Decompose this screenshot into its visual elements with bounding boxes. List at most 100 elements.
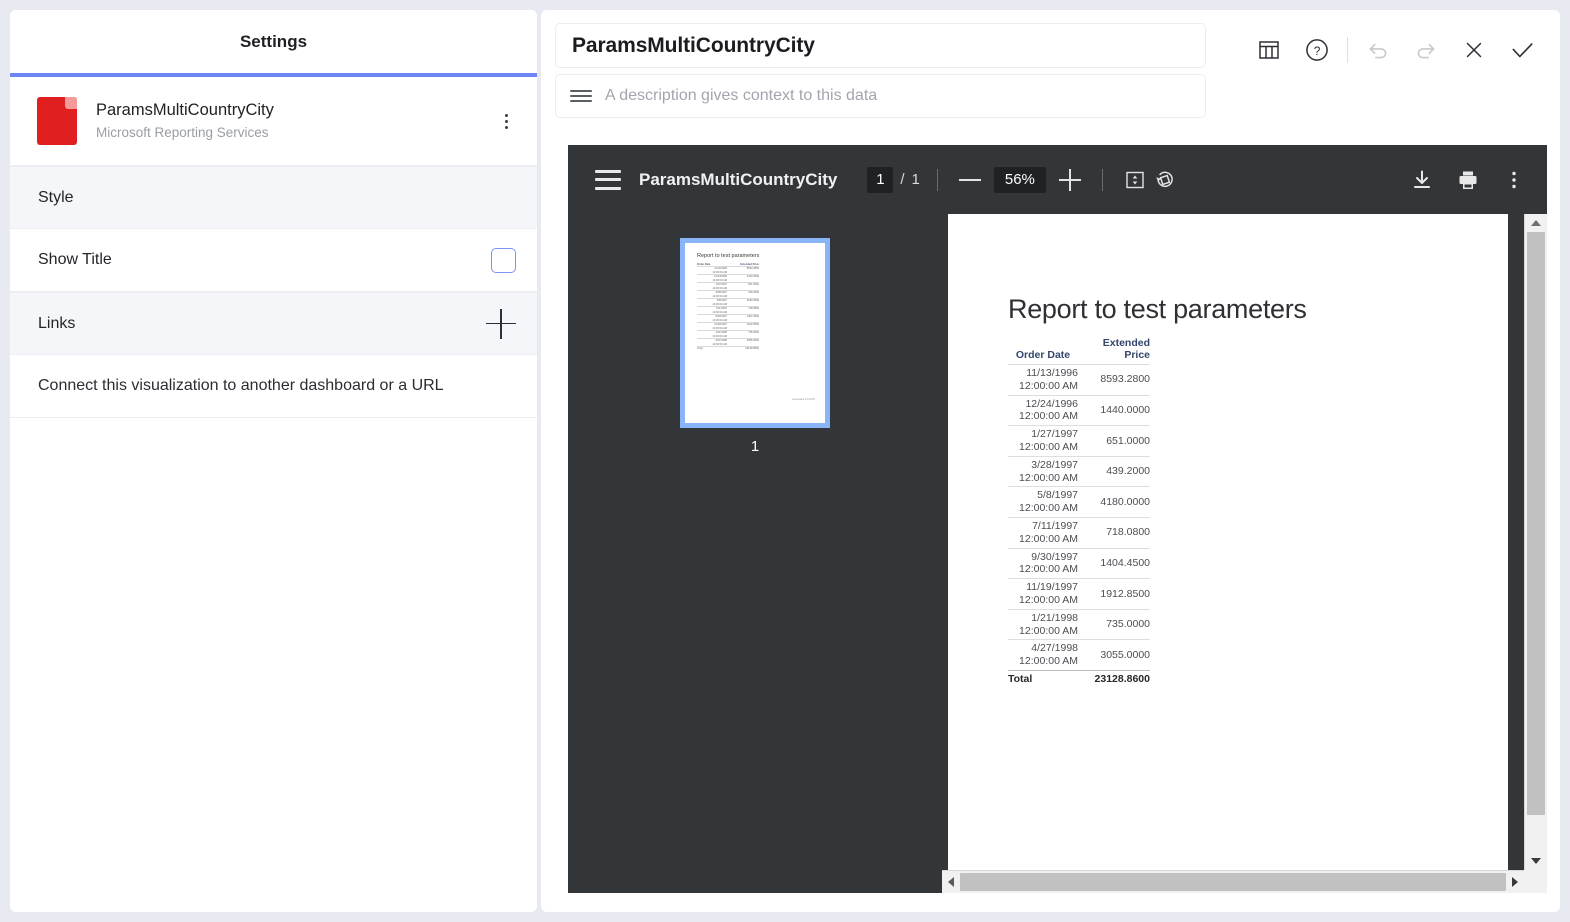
scroll-left-arrow[interactable] xyxy=(942,871,960,893)
section-header-style: Style xyxy=(10,166,537,229)
section-label-style: Style xyxy=(38,188,74,206)
report-table-row: 5/8/1997 12:00:00 AM 4180.0000 xyxy=(1008,486,1150,518)
report-table-row: 11/13/1996 12:00:00 AM 8593.2800 xyxy=(1008,364,1150,396)
print-icon[interactable] xyxy=(1453,165,1483,195)
undo-icon[interactable] xyxy=(1354,28,1402,72)
zoom-in-icon[interactable] xyxy=(1055,165,1085,195)
title-input-value: ParamsMultiCountryCity xyxy=(572,33,815,57)
zoom-out-icon[interactable] xyxy=(955,165,985,195)
thumbnail-col-2: Extended Price xyxy=(740,263,759,266)
pdf-viewer-toolbar: ParamsMultiCountryCity 1 / 1 56% xyxy=(568,145,1547,214)
visualization-row:  ParamsMultiCountryCity Microsoft Repor… xyxy=(10,77,537,166)
page-title: Settings xyxy=(239,31,308,51)
option-row-show-title[interactable]: Show Title xyxy=(10,229,537,292)
page-thumbnail[interactable]: Report to test parameters Order Date Ext… xyxy=(680,238,830,428)
download-icon[interactable] xyxy=(1407,165,1437,195)
report-col-extended-price: Extended Price xyxy=(1102,337,1150,361)
links-description-row: Connect this visualization to another da… xyxy=(10,355,537,418)
description-placeholder: A description gives context to this data xyxy=(605,87,878,104)
page-total: 1 xyxy=(911,171,920,188)
report-cell-order-date: 1/27/1997 12:00:00 AM xyxy=(1008,425,1078,457)
description-input[interactable]: A description gives context to this data xyxy=(555,74,1206,118)
kebab-menu-icon[interactable] xyxy=(493,108,519,134)
report-table-row: 12/24/1996 12:00:00 AM 1440.0000 xyxy=(1008,394,1150,426)
scroll-up-arrow[interactable] xyxy=(1525,214,1547,232)
pdf-page-content: Report to test parameters Order Date Ext… xyxy=(948,214,1508,688)
horizontal-scrollbar[interactable] xyxy=(942,870,1524,893)
links-description: Connect this visualization to another da… xyxy=(38,377,444,394)
report-table-row: 7/11/1997 12:00:00 AM 718.0800 xyxy=(1008,516,1150,549)
scroll-down-arrow[interactable] xyxy=(1525,852,1547,870)
zoom-level[interactable]: 56% xyxy=(993,166,1046,193)
page-separator: / xyxy=(900,171,905,188)
thumbnail-content: Report to test parameters Order Date Ext… xyxy=(685,243,825,423)
hamburger-menu-icon[interactable] xyxy=(595,169,621,190)
horizontal-scrollbar-thumb[interactable] xyxy=(960,873,1506,891)
help-icon[interactable]: ? xyxy=(1293,28,1341,72)
table-view-icon[interactable] xyxy=(1245,28,1293,72)
scrollbar-corner xyxy=(1524,870,1547,893)
report-col-order-date: Order Date xyxy=(1015,349,1071,361)
zoom-level-value: 56% xyxy=(1004,171,1035,188)
section-header-links: Links xyxy=(10,292,537,355)
report-table: Order Date Extended Price 11/13/1996 12:00… xyxy=(1008,337,1150,688)
vertical-scrollbar-thumb[interactable] xyxy=(1527,232,1545,815)
editor-panel: ParamsMultiCountryCity A description giv… xyxy=(541,10,1560,912)
editor-toolbar: ? xyxy=(1245,28,1546,72)
report-cell-order-date: 3/28/1997 12:00:00 AM xyxy=(1008,455,1078,487)
thumbnail-row: 9/30/1997 12:00:00 AM 1404.4500 xyxy=(697,314,759,322)
editor-header: ParamsMultiCountryCity A description giv… xyxy=(541,10,1560,130)
fit-to-page-icon[interactable] xyxy=(1120,165,1150,195)
rotate-counterclockwise-icon[interactable] xyxy=(1150,165,1180,195)
thumbnail-row: 11/19/1997 12:00:00 AM 1912.8500 xyxy=(697,322,759,330)
pdf-page: Report to test parameters Order Date Ext… xyxy=(948,214,1508,873)
plus-icon[interactable] xyxy=(486,308,516,339)
visualization-name: ParamsMultiCountryCity xyxy=(96,101,274,120)
report-title: Report to test parameters xyxy=(1008,294,1307,324)
kebab-menu-icon[interactable] xyxy=(1499,165,1529,195)
report-cell-extended-price: 735.0000 xyxy=(1078,608,1150,640)
report-cell-order-date: 12/24/1996 12:00:00 AM xyxy=(1008,394,1078,426)
report-table-row: 9/30/1997 12:00:00 AM 1404.4500 xyxy=(1008,547,1150,579)
report-cell-extended-price: 8593.2800 xyxy=(1078,364,1150,396)
toolbar-divider xyxy=(936,168,938,191)
thumbnail-row: 1/27/1997 12:00:00 AM 651.0000 xyxy=(697,282,759,290)
report-cell-extended-price: 1404.4500 xyxy=(1078,547,1150,579)
show-title-label: Show Title xyxy=(38,251,112,268)
vertical-scrollbar[interactable] xyxy=(1524,214,1547,870)
thumbnail-total-row: Total 23128.8600 xyxy=(697,346,759,350)
page-number-input[interactable]: 1 xyxy=(867,166,894,193)
page-navigation: 1 / 1 xyxy=(867,166,920,193)
show-title-checkbox[interactable] xyxy=(491,247,516,273)
report-cell-extended-price: 439.2000 xyxy=(1078,455,1150,487)
toolbar-divider xyxy=(1347,37,1348,63)
thumbnail-rows: 11/13/1996 12:00:00 AM 8593.2800 12/24/1996… xyxy=(697,266,759,351)
thumbnail-footer: Generated 1/1/2020 xyxy=(791,398,815,401)
thumbnail-row: 11/13/1996 12:00:00 AM 8593.2800 xyxy=(697,266,759,274)
toolbar-divider-2 xyxy=(1101,168,1103,191)
report-cell-extended-price: 718.0800 xyxy=(1078,516,1150,549)
section-label-links: Links xyxy=(38,314,76,332)
report-cell-order-date: 7/11/1997 12:00:00 AM xyxy=(1008,516,1078,549)
report-cell-extended-price: 1440.0000 xyxy=(1078,394,1150,426)
thumbnail-row: 3/28/1997 12:00:00 AM 439.2000 xyxy=(697,290,759,298)
report-table-row: 1/27/1997 12:00:00 AM 651.0000 xyxy=(1008,425,1150,457)
thumbnail-row: 5/8/1997 12:00:00 AM 4180.0000 xyxy=(697,298,759,306)
visualization-text: ParamsMultiCountryCity Microsoft Reporti… xyxy=(96,99,493,142)
report-cell-order-date: 5/8/1997 12:00:00 AM xyxy=(1008,486,1078,518)
pdf-viewer-body: Report to test parameters Order Date Ext… xyxy=(568,214,1547,893)
scroll-right-arrow[interactable] xyxy=(1506,871,1524,893)
report-table-row: 3/28/1997 12:00:00 AM 439.2000 xyxy=(1008,455,1150,487)
report-table-row: 4/27/1998 12:00:00 AM 3055.0000 xyxy=(1008,639,1150,671)
redo-icon[interactable] xyxy=(1402,28,1450,72)
thumbnail-row: 7/11/1997 12:00:00 AM 718.0800 xyxy=(697,306,759,314)
report-cell-extended-price: 651.0000 xyxy=(1078,425,1150,457)
check-icon[interactable] xyxy=(1498,28,1546,72)
thumbnail-table: Order Date Extended Price 11/13/1996 12:0… xyxy=(697,263,759,351)
svg-text:?: ? xyxy=(1314,44,1321,58)
close-icon[interactable] xyxy=(1450,28,1498,72)
report-cell-order-date: 4/27/1998 12:00:00 AM xyxy=(1008,639,1078,671)
settings-header: Settings xyxy=(10,10,537,73)
title-input[interactable]: ParamsMultiCountryCity xyxy=(555,23,1206,68)
report-cell-extended-price: 1912.8500 xyxy=(1078,578,1150,610)
